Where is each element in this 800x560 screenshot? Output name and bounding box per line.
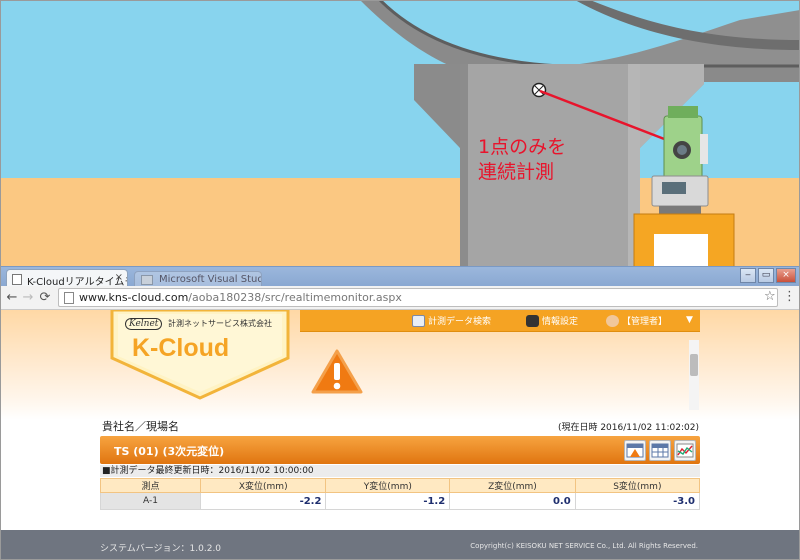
col-s: S変位(mm) (574, 478, 701, 493)
current-datetime: (現在日時 2016/11/02 11:02:02) (557, 423, 699, 433)
cell-point: A-1 (100, 492, 201, 510)
col-y: Y変位(mm) (325, 478, 451, 493)
browser-window: K-Cloudリアルタイムモ × Microsoft Visual Studio… (0, 266, 800, 560)
table-icon (651, 443, 669, 458)
close-window-button[interactable]: × (776, 268, 796, 283)
url-host: www.kns-cloud.com (79, 291, 189, 304)
illustration: 1点のみを 連続計測 (0, 0, 800, 270)
reload-button[interactable]: ⟳ (37, 289, 53, 307)
col-x: X変位(mm) (199, 478, 327, 493)
nav-admin-user[interactable]: 【管理者】 (606, 314, 667, 327)
kelnet-brand: Kelnet (125, 318, 163, 330)
maximize-button[interactable]: ▭ (758, 268, 774, 283)
table-row: A-1 -2.2 -1.2 0.0 -3.0 (100, 492, 701, 510)
bookmark-star-icon[interactable]: ☆ (764, 289, 776, 304)
forward-button[interactable]: → (20, 289, 36, 307)
table-view-button[interactable] (649, 440, 671, 461)
annotation-line-2: 連続計測 (478, 161, 555, 183)
tab-background[interactable]: Microsoft Visual Studio (134, 271, 262, 287)
settings-icon (526, 314, 539, 327)
calendar-alert-button[interactable] (624, 440, 646, 461)
tab-close-icon[interactable]: × (115, 272, 123, 283)
tab-bar: K-Cloudリアルタイムモ × Microsoft Visual Studio… (0, 266, 800, 288)
copyright: Copyright(c) KEISOKU NET SERVICE Co., Lt… (470, 542, 698, 550)
page-content: Kelnet 計測ネットサービス株式会社 K-Cloud 計測データ検索 情報設… (0, 310, 800, 560)
annotation-text: 1点のみを 連続計測 (478, 135, 566, 185)
cell-s: -3.0 (574, 492, 701, 510)
app-icon (141, 275, 153, 285)
nav-data-search[interactable]: 計測データ検索 (412, 314, 491, 327)
annotation-line-1: 1点のみを (478, 136, 567, 158)
top-navigation: 計測データ検索 情報設定 【管理者】 ▼ (300, 310, 700, 332)
monitoring-illustration (0, 0, 800, 270)
company-line: Kelnet 計測ネットサービス株式会社 (125, 318, 272, 330)
cell-y: -1.2 (325, 492, 451, 510)
logo-text: K-Cloud (132, 334, 230, 362)
graph-view-button[interactable] (674, 440, 696, 461)
back-button[interactable]: ← (4, 289, 20, 307)
footer: システムバージョン：1.0.2.0 Copyright(c) KEISOKU N… (0, 530, 800, 560)
minimize-button[interactable]: ‒ (740, 268, 756, 283)
search-table-icon (412, 314, 425, 327)
nav-info-settings[interactable]: 情報設定 (526, 314, 578, 327)
user-icon (606, 314, 619, 327)
panel-title: TS (01) (3次元変位) (114, 445, 225, 458)
url-path: /aoba180238/src/realtimemonitor.aspx (188, 291, 402, 304)
window-controls: ‒ ▭ × (740, 268, 796, 284)
col-point: 測点 (100, 478, 201, 493)
panel-header: TS (01) (3次元変位) (100, 436, 700, 464)
site-name: 貴社名／現場名 (102, 420, 179, 433)
url-input[interactable]: www.kns-cloud.com/aoba180238/src/realtim… (58, 288, 778, 307)
warning-icon (310, 348, 364, 400)
nav-label: 【管理者】 (622, 317, 668, 327)
k-cloud-logo[interactable]: Kelnet 計測ネットサービス株式会社 K-Cloud (0, 310, 300, 404)
system-version: システムバージョン：1.0.2.0 (100, 544, 222, 554)
scrollbar-thumb[interactable] (690, 354, 698, 376)
last-update-time: ■計測データ最終更新日時：2016/11/02 10:00:00 (100, 465, 700, 477)
table-header-row: 測点 X変位(mm) Y変位(mm) Z変位(mm) S変位(mm) (100, 478, 701, 493)
displacement-table: 測点 X変位(mm) Y変位(mm) Z変位(mm) S変位(mm) A-1 -… (100, 478, 701, 510)
tab-title: Microsoft Visual Studio (159, 274, 262, 285)
cell-z: 0.0 (449, 492, 576, 510)
col-z: Z変位(mm) (449, 478, 576, 493)
page-icon (64, 292, 74, 304)
cell-x: -2.2 (199, 492, 327, 510)
calendar-alert-icon (626, 443, 644, 458)
page-icon (12, 274, 22, 285)
address-bar: ← → ⟳ www.kns-cloud.com/aoba180238/src/r… (0, 286, 800, 310)
company-name: 計測ネットサービス株式会社 (167, 319, 272, 328)
nav-label: 計測データ検索 (428, 317, 492, 327)
nav-dropdown-icon[interactable]: ▼ (686, 315, 693, 325)
nav-label: 情報設定 (542, 317, 579, 327)
warning-triangle (311, 349, 363, 394)
browser-menu-icon[interactable]: ⋮ (783, 289, 796, 304)
line-graph-icon (676, 443, 694, 458)
